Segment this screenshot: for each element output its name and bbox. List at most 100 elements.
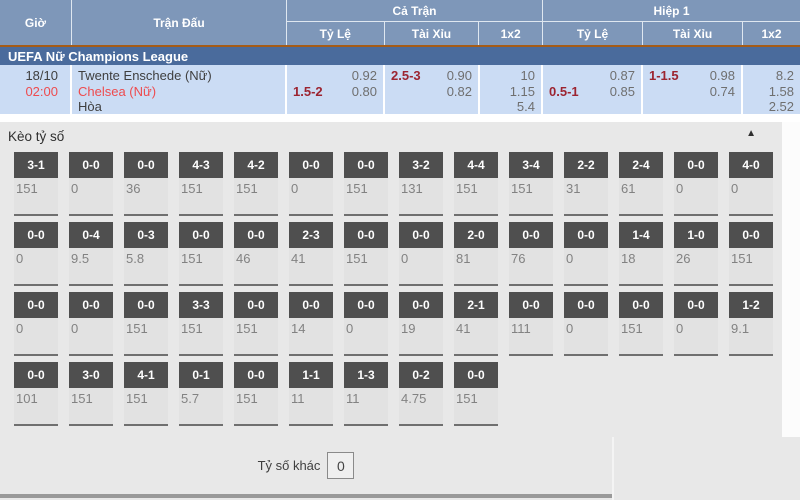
score-odds: 131 bbox=[399, 178, 443, 196]
full-1x2-draw[interactable]: 5.4 bbox=[480, 99, 535, 115]
score-cell[interactable]: 0-076 bbox=[509, 222, 553, 286]
score-cell[interactable]: 0-0101 bbox=[14, 362, 58, 426]
header-group-first-half: Hiệp 1 Tỷ Lệ Tài Xỉu 1x2 bbox=[543, 0, 800, 45]
half-1x2-away[interactable]: 1.58 bbox=[743, 84, 794, 100]
league-name: UEFA Nữ Champions League bbox=[8, 49, 188, 64]
full-overunder-cell: 2.5-3 0.90 0.82 bbox=[385, 65, 480, 114]
score-cell[interactable]: 1-418 bbox=[619, 222, 663, 286]
score-cell[interactable]: 0-00 bbox=[14, 222, 58, 286]
half-1x2-draw[interactable]: 2.52 bbox=[743, 99, 794, 115]
score-cell[interactable]: 0-0151 bbox=[179, 222, 223, 286]
score-cell[interactable]: 2-341 bbox=[289, 222, 333, 286]
score-cell[interactable]: 4-00 bbox=[729, 152, 773, 216]
score-odds: 151 bbox=[124, 318, 168, 336]
half-1x2-home[interactable]: 8.2 bbox=[743, 68, 794, 84]
score-cell[interactable]: 0-49.5 bbox=[69, 222, 113, 286]
score-cell[interactable]: 0-0151 bbox=[234, 292, 278, 356]
score-cell[interactable]: 0-00 bbox=[674, 292, 718, 356]
collapse-arrow-icon[interactable]: ▲ bbox=[746, 128, 756, 139]
score-box: 0-0 bbox=[234, 292, 278, 318]
score-cell[interactable]: 0-00 bbox=[14, 292, 58, 356]
full-handicap-home-odds[interactable]: 0.92 bbox=[352, 68, 377, 84]
score-cell[interactable]: 1-026 bbox=[674, 222, 718, 286]
score-cell[interactable]: 0-24.75 bbox=[399, 362, 443, 426]
score-cell[interactable]: 0-014 bbox=[289, 292, 333, 356]
full-handicap-away-odds[interactable]: 0.80 bbox=[352, 84, 377, 100]
score-cell[interactable]: 1-111 bbox=[289, 362, 333, 426]
score-cell[interactable]: 0-35.8 bbox=[124, 222, 168, 286]
score-cell[interactable]: 0-00 bbox=[674, 152, 718, 216]
score-cell[interactable]: 0-00 bbox=[69, 292, 113, 356]
score-cell[interactable]: 0-00 bbox=[289, 152, 333, 216]
score-box: 3-2 bbox=[399, 152, 443, 178]
half-handicap-home-odds[interactable]: 0.87 bbox=[610, 68, 635, 84]
score-odds: 0 bbox=[674, 178, 718, 196]
score-odds: 41 bbox=[289, 248, 333, 266]
full-1x2-home[interactable]: 10 bbox=[480, 68, 535, 84]
score-cell[interactable]: 3-0151 bbox=[69, 362, 113, 426]
score-odds: 5.8 bbox=[124, 248, 168, 266]
score-cell[interactable]: 1-29.1 bbox=[729, 292, 773, 356]
score-cell[interactable]: 3-1151 bbox=[14, 152, 58, 216]
score-cell[interactable]: 0-00 bbox=[399, 222, 443, 286]
score-cell[interactable]: 4-3151 bbox=[179, 152, 223, 216]
score-cell[interactable]: 0-0111 bbox=[509, 292, 553, 356]
score-cell[interactable]: 0-0151 bbox=[729, 222, 773, 286]
half-under-odds[interactable]: 0.74 bbox=[710, 84, 735, 100]
score-odds: 19 bbox=[399, 318, 443, 336]
header-group-full-match: Cả Trận Tỷ Lệ Tài Xỉu 1x2 bbox=[287, 0, 543, 45]
other-score-box[interactable]: 0 bbox=[327, 452, 354, 479]
score-cell[interactable]: 0-0151 bbox=[619, 292, 663, 356]
score-box: 0-0 bbox=[124, 292, 168, 318]
score-cell[interactable]: 0-036 bbox=[124, 152, 168, 216]
score-cell[interactable]: 4-4151 bbox=[454, 152, 498, 216]
score-cell[interactable]: 0-00 bbox=[344, 292, 388, 356]
score-cell[interactable]: 3-2131 bbox=[399, 152, 443, 216]
score-row: 0-000-49.50-35.80-01510-0462-3410-01510-… bbox=[14, 222, 800, 286]
score-row: 0-01013-01514-11510-15.70-01511-1111-311… bbox=[14, 362, 800, 426]
score-cell[interactable]: 2-081 bbox=[454, 222, 498, 286]
score-cell[interactable]: 0-00 bbox=[564, 292, 608, 356]
score-cell[interactable]: 0-019 bbox=[399, 292, 443, 356]
score-odds: 76 bbox=[509, 248, 553, 266]
score-box: 0-0 bbox=[454, 362, 498, 388]
score-odds: 151 bbox=[454, 388, 498, 406]
score-cell[interactable]: 4-2151 bbox=[234, 152, 278, 216]
score-odds: 151 bbox=[509, 178, 553, 196]
score-cell[interactable]: 0-0151 bbox=[344, 222, 388, 286]
score-odds: 151 bbox=[179, 318, 223, 336]
score-cell[interactable]: 4-1151 bbox=[124, 362, 168, 426]
score-cell[interactable]: 1-311 bbox=[344, 362, 388, 426]
score-cell[interactable]: 2-231 bbox=[564, 152, 608, 216]
score-cell[interactable]: 3-3151 bbox=[179, 292, 223, 356]
half-over-odds[interactable]: 0.98 bbox=[710, 68, 735, 84]
score-odds: 151 bbox=[14, 178, 58, 196]
half-handicap-away-odds[interactable]: 0.85 bbox=[610, 84, 635, 100]
score-cell[interactable]: 0-00 bbox=[69, 152, 113, 216]
score-cell[interactable]: 0-00 bbox=[564, 222, 608, 286]
score-odds: 151 bbox=[179, 248, 223, 266]
other-score-label: Tỷ số khác bbox=[258, 458, 321, 473]
full-1x2-away[interactable]: 1.15 bbox=[480, 84, 535, 100]
score-cell[interactable]: 0-0151 bbox=[454, 362, 498, 426]
home-team: Twente Enschede (Nữ) bbox=[78, 68, 285, 84]
match-time-cell: 18/10 02:00 bbox=[0, 65, 72, 114]
league-header[interactable]: UEFA Nữ Champions League bbox=[0, 47, 800, 65]
score-box: 2-1 bbox=[454, 292, 498, 318]
full-over-odds[interactable]: 0.90 bbox=[447, 68, 472, 84]
score-cell[interactable]: 0-0151 bbox=[344, 152, 388, 216]
score-cell[interactable]: 2-141 bbox=[454, 292, 498, 356]
score-odds: 9.1 bbox=[729, 318, 773, 336]
full-under-odds[interactable]: 0.82 bbox=[447, 84, 472, 100]
full-handicap-cell: 0.92 1.5-2 0.80 bbox=[287, 65, 385, 114]
score-cell[interactable]: 0-15.7 bbox=[179, 362, 223, 426]
score-cell[interactable]: 0-046 bbox=[234, 222, 278, 286]
score-box: 4-4 bbox=[454, 152, 498, 178]
score-box: 0-0 bbox=[564, 292, 608, 318]
horizontal-scrollbar[interactable] bbox=[0, 494, 612, 498]
score-cell[interactable]: 0-0151 bbox=[234, 362, 278, 426]
full-handicap-line: 1.5-2 bbox=[293, 84, 323, 100]
score-cell[interactable]: 3-4151 bbox=[509, 152, 553, 216]
score-cell[interactable]: 2-461 bbox=[619, 152, 663, 216]
score-cell[interactable]: 0-0151 bbox=[124, 292, 168, 356]
